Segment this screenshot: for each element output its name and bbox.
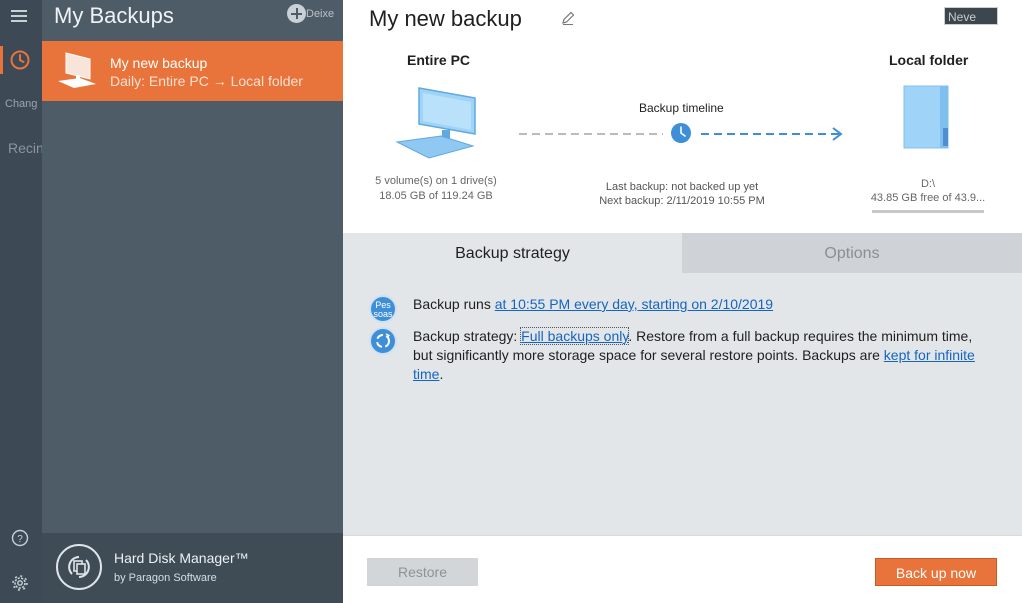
active-indicator <box>0 46 3 74</box>
timeline-label: Backup timeline <box>639 101 724 115</box>
paragon-logo-icon <box>56 544 102 590</box>
never-badge[interactable]: Neve <box>944 7 998 25</box>
strategy-cycle-icon <box>369 327 397 355</box>
settings-area: Backup strategy Options Pes soas Backup … <box>343 233 1022 535</box>
next-backup-text: Next backup: 2/11/2019 10:55 PM <box>599 195 765 207</box>
product-vendor: by Paragon Software <box>114 572 217 584</box>
strategy-text: Backup strategy: Full backups only. Rest… <box>413 327 988 384</box>
panel-title: My Backups <box>54 3 174 28</box>
source-volume-info: 5 volume(s) on 1 drive(s) 18.05 GB of 11… <box>375 175 497 202</box>
schedule-prefix: Backup runs <box>413 296 495 312</box>
backup-item-name: My new backup <box>110 55 208 71</box>
monitor-icon[interactable] <box>395 86 481 167</box>
nav-rail: Chang Recinto ? <box>0 0 55 603</box>
tab-options[interactable]: Options <box>682 233 1022 273</box>
destination-usage-bar <box>872 210 984 213</box>
restore-button[interactable]: Restore <box>367 558 478 586</box>
last-backup-text: Last backup: not backed up yet <box>605 181 759 193</box>
backups-clock-icon[interactable] <box>9 49 31 76</box>
rail-tab-label[interactable]: Chang <box>5 98 37 110</box>
settings-gear-icon[interactable] <box>11 574 29 597</box>
backup-list-item[interactable]: My new backup Daily: Entire PC → Local f… <box>42 41 343 101</box>
backup-item-subtitle: Daily: Entire PC → Local folder <box>110 73 303 89</box>
back-up-now-button[interactable]: Back up now <box>875 558 997 586</box>
folder-icon[interactable] <box>902 84 952 155</box>
action-footer: Restore Back up now <box>343 535 1022 603</box>
schedule-icon: Pes soas <box>369 295 397 323</box>
page-title: My new backup <box>369 6 522 31</box>
schedule-link[interactable]: at 10:55 PM every day, starting on 2/10/… <box>495 296 773 312</box>
timeline-status: Last backup: not backed up yet Next back… <box>575 180 789 208</box>
help-icon[interactable]: ? <box>11 529 29 552</box>
product-name: Hard Disk Manager™ <box>114 550 249 566</box>
source-title[interactable]: Entire PC <box>407 52 470 68</box>
strategy-prefix: Backup strategy: <box>413 328 522 344</box>
strategy-type-link[interactable]: Full backups only <box>520 327 630 345</box>
plus-icon <box>287 4 306 23</box>
schedule-text: Backup runs at 10:55 PM every day, start… <box>413 295 988 314</box>
backups-panel: My Backups Deixe My new backup Daily: En… <box>42 0 343 603</box>
destination-drive: D:\ <box>920 178 936 190</box>
pc-icon <box>56 51 98 94</box>
hamburger-menu-icon[interactable] <box>11 10 27 22</box>
svg-text:?: ? <box>17 534 23 545</box>
destination-title[interactable]: Local folder <box>889 52 968 68</box>
destination-free-space: 43.85 GB free of 43.9... <box>870 192 986 204</box>
add-backup-label: Deixe <box>306 8 335 20</box>
timeline-graph <box>517 120 847 153</box>
pencil-edit-icon[interactable] <box>560 10 576 31</box>
main-content: My new backup Neve Entire PC 5 volume(s)… <box>343 0 1022 603</box>
add-backup-button[interactable]: Deixe <box>287 4 339 24</box>
strategy-end: . <box>439 366 444 382</box>
tab-backup-strategy[interactable]: Backup strategy <box>343 233 682 273</box>
product-footer: Hard Disk Manager™ by Paragon Software <box>42 533 343 603</box>
